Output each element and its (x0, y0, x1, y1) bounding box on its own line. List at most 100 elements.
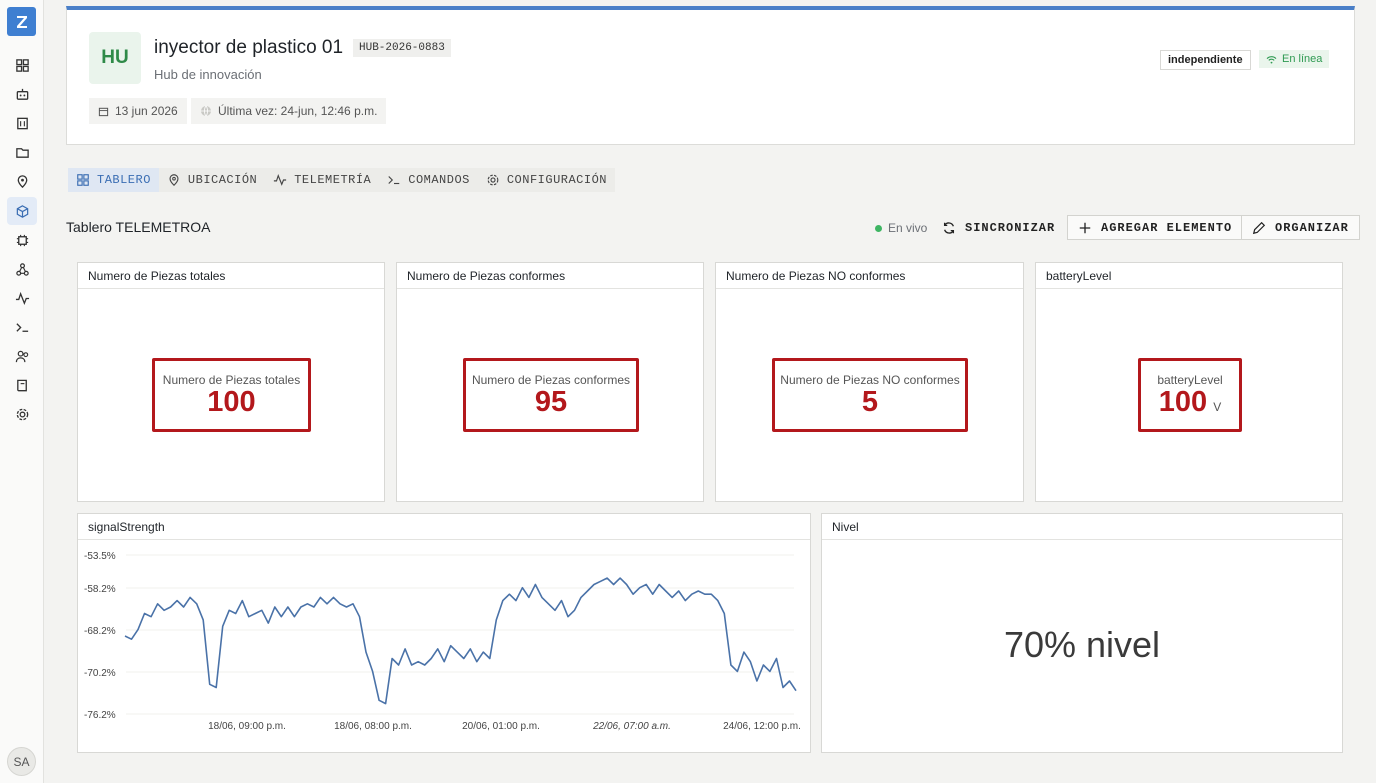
nav-terminal-icon[interactable] (11, 316, 33, 338)
tab-tablero[interactable]: TABLERO (68, 168, 159, 192)
widget-title: Nivel (822, 514, 1342, 540)
last-seen: Última vez: 24-jun, 12:46 p.m. (218, 104, 378, 118)
device-name: inyector de plastico 01 (154, 37, 344, 58)
globe-icon (201, 105, 211, 117)
y-tick-label: -76.2% (84, 710, 116, 721)
value-card: Numero de Piezas totales 100 (152, 358, 311, 432)
app-logo[interactable] (7, 7, 36, 36)
nav-dashboard-icon[interactable] (11, 54, 33, 76)
x-tick-label: 24/06, 12:00 p.m. (723, 721, 801, 732)
nav-users-icon[interactable] (11, 345, 33, 367)
value-number: 5 (861, 386, 879, 418)
device-tabs: TABLERO UBICACIÓN TELEMETRÍA COMANDOS CO… (68, 168, 615, 192)
nav-robot-icon[interactable] (11, 83, 33, 105)
value-unit: V (1213, 400, 1222, 414)
live-text: En vivo (888, 221, 928, 235)
nav-chip-icon[interactable] (11, 229, 33, 251)
nav-cube-icon[interactable] (7, 197, 37, 225)
y-tick-label: -53.5% (84, 551, 116, 562)
wifi-icon (1266, 55, 1277, 64)
device-header-card: HU inyector de plastico 01 HUB-2026-0883… (66, 6, 1355, 145)
user-avatar[interactable]: SA (7, 747, 36, 776)
value-label: Numero de Piezas NO conformes (780, 373, 960, 387)
widget-title: Numero de Piezas totales (78, 263, 384, 289)
x-tick-label: 18/06, 08:00 p.m. (334, 721, 412, 732)
x-tick-label: 18/06, 09:00 p.m. (208, 721, 286, 732)
value-number: 100 (207, 386, 256, 418)
tab-telemetria[interactable]: TELEMETRÍA (265, 168, 379, 192)
signal-line-chart: -53.5% -58.2% -68.2% -70.2% -76.2% 18/06, 09:… (84, 551, 801, 732)
created-date: 13 jun 2026 (115, 104, 178, 118)
nav-book-icon[interactable] (11, 374, 33, 396)
status-badge: En línea (1259, 50, 1330, 68)
nivel-value: 70% nivel (1003, 624, 1161, 665)
widget-piezas-no-conformes[interactable]: Numero de Piezas NO conformes Numero de … (715, 262, 1024, 502)
value-card: batteryLevel 100 V (1138, 358, 1242, 432)
y-tick-label: -68.2% (84, 626, 116, 637)
organize-button[interactable]: ORGANIZAR (1241, 215, 1360, 240)
value-number: 95 (534, 386, 568, 418)
add-label: AGREGAR ELEMENTO (1101, 220, 1233, 235)
status-text: En línea (1282, 53, 1323, 65)
tab-label: COMANDOS (408, 173, 470, 187)
tab-label: TELEMETRÍA (294, 173, 372, 187)
add-element-button[interactable]: AGREGAR ELEMENTO (1067, 215, 1244, 240)
created-date-chip: 13 jun 2026 (89, 98, 187, 124)
pencil-icon (1252, 221, 1266, 234)
tab-label: CONFIGURACIÓN (506, 173, 607, 187)
widget-signal-strength[interactable]: signalStrength -53.5% -58.2% -68.2% -70.2% -… (77, 513, 811, 753)
tab-configuracion[interactable]: CONFIGURACIÓN (478, 168, 615, 192)
widget-title: batteryLevel (1036, 263, 1342, 289)
device-type-badge: independiente (1160, 50, 1251, 70)
x-tick-label: 20/06, 01:00 p.m. (462, 721, 540, 732)
y-tick-label: -70.2% (84, 668, 116, 679)
widget-piezas-conformes[interactable]: Numero de Piezas conformes Numero de Pie… (396, 262, 704, 502)
value-card: Numero de Piezas conformes 95 (463, 358, 639, 432)
value-card: Numero de Piezas NO conformes 5 (772, 358, 968, 432)
tab-label: TABLERO (97, 173, 151, 187)
widget-title: Numero de Piezas conformes (397, 263, 703, 289)
widget-nivel[interactable]: Nivel 70% nivel (821, 513, 1343, 753)
value-label: Numero de Piezas totales (162, 373, 301, 387)
nav-location-pin-icon[interactable] (11, 170, 33, 192)
grid-icon (77, 174, 89, 186)
plus-icon (1079, 222, 1091, 233)
gear-icon (487, 174, 499, 186)
device-code: HUB-2026-0883 (353, 39, 451, 57)
calendar-icon (98, 107, 109, 116)
nav-network-icon[interactable] (11, 258, 33, 280)
device-subtitle: Hub de innovación (154, 67, 262, 82)
value-number: 100 (1158, 386, 1208, 418)
live-dot (875, 224, 882, 232)
x-tick-label: 22/06, 07:00 a.m. (592, 721, 671, 732)
widget-battery-level[interactable]: batteryLevel batteryLevel 100 V (1035, 262, 1343, 502)
activity-icon (274, 173, 287, 186)
logo-icon (16, 15, 27, 28)
value-row: 100 V (1159, 387, 1221, 417)
board-title: Tablero TELEMETROA (66, 219, 211, 235)
widget-title: signalStrength (78, 514, 810, 540)
sidebar: SA (0, 0, 44, 783)
organize-label: ORGANIZAR (1275, 220, 1349, 235)
sync-button[interactable]: SINCRONIZAR (932, 215, 1065, 240)
sync-label: SINCRONIZAR (965, 220, 1056, 235)
live-indicator: En vivo (875, 221, 927, 235)
value-label: Numero de Piezas conformes (471, 373, 631, 387)
widget-piezas-totales[interactable]: Numero de Piezas totales Numero de Pieza… (77, 262, 385, 502)
nav-building-icon[interactable] (11, 112, 33, 134)
terminal-icon (388, 176, 400, 185)
widget-title: Numero de Piezas NO conformes (716, 263, 1023, 289)
nav-folder-icon[interactable] (11, 141, 33, 163)
device-avatar: HU (89, 32, 141, 84)
y-tick-label: -58.2% (84, 584, 116, 595)
tab-ubicacion[interactable]: UBICACIÓN (159, 168, 265, 192)
signal-series-line (124, 577, 797, 705)
tab-comandos[interactable]: COMANDOS (379, 168, 478, 192)
nav-activity-icon[interactable] (11, 287, 33, 309)
last-seen-chip: Última vez: 24-jun, 12:46 p.m. (191, 98, 387, 124)
refresh-icon (943, 221, 955, 234)
nav-settings-icon[interactable] (11, 403, 33, 425)
location-pin-icon (169, 174, 179, 187)
tab-label: UBICACIÓN (187, 173, 258, 187)
value-label: batteryLevel (1157, 373, 1223, 387)
